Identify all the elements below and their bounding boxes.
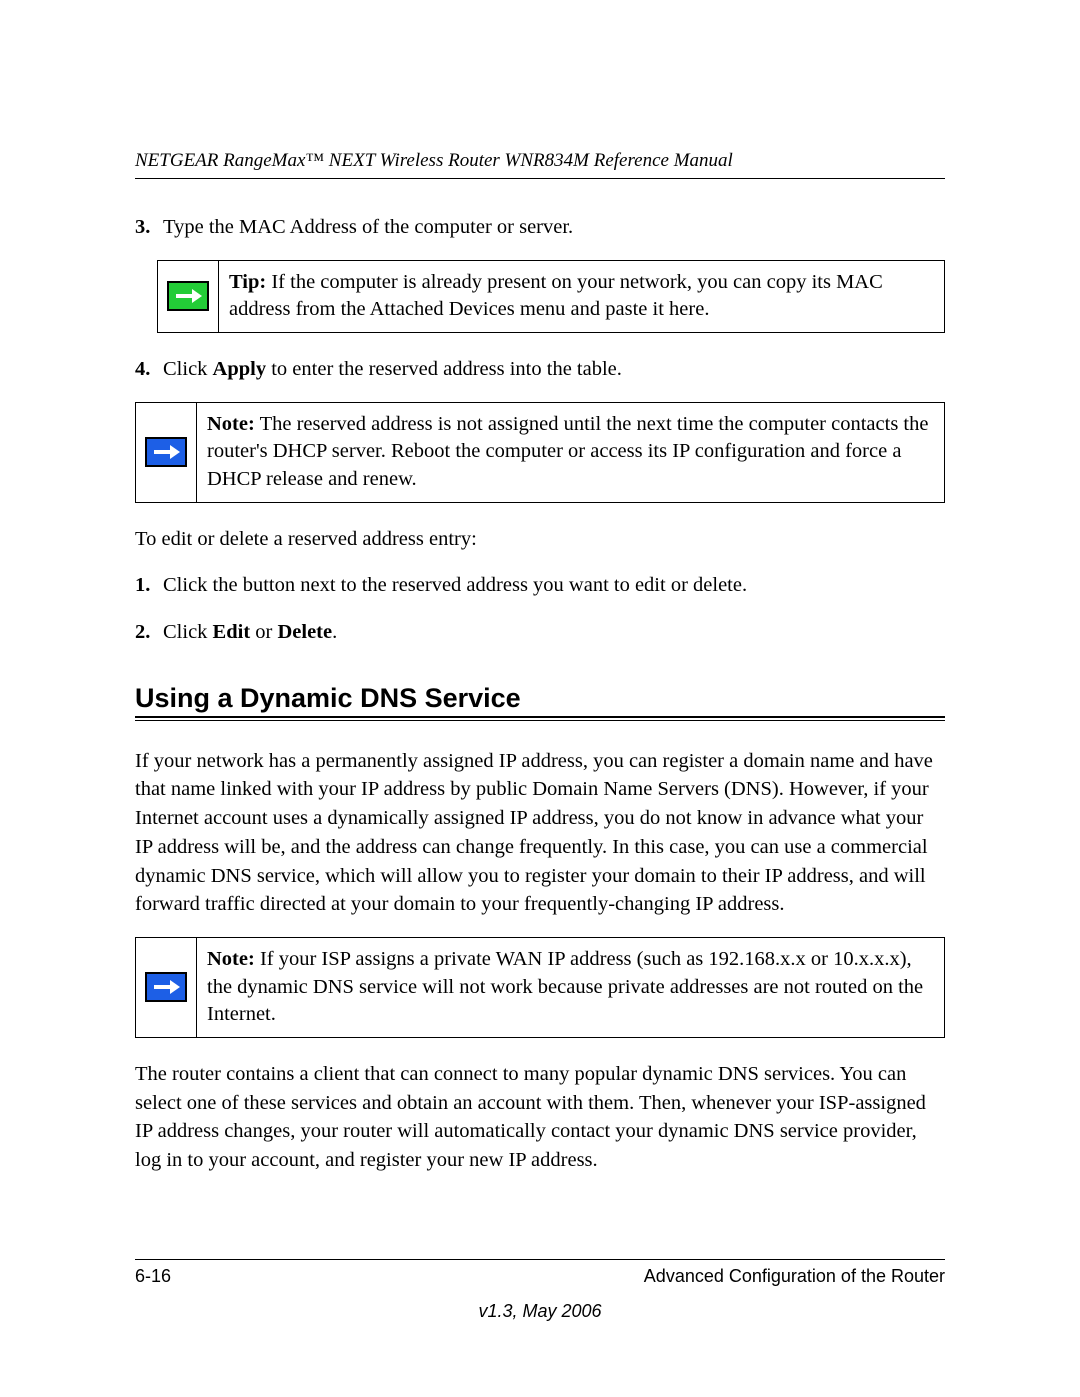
list-text: Click the button next to the reserved ad… [163,571,747,600]
callout-icon-cell [136,938,197,1037]
callout-icon-cell [136,403,197,502]
note-callout: Note: If your ISP assigns a private WAN … [135,937,945,1038]
callout-body: If the computer is already present on yo… [229,271,883,321]
list-number: 3. [135,213,163,242]
list-item: 3. Type the MAC Address of the computer … [135,213,945,242]
callout-lead: Note: [207,413,255,435]
arrow-right-icon [145,972,187,1002]
paragraph: To edit or delete a reserved address ent… [135,525,945,554]
footer-rule [135,1259,945,1260]
callout-icon-cell [158,261,219,332]
list-number: 1. [135,571,163,600]
paragraph: The router contains a client that can co… [135,1060,945,1175]
callout-lead: Tip: [229,271,266,293]
page-footer: 6-16 Advanced Configuration of the Route… [135,1259,945,1322]
note-callout: Note: The reserved address is not assign… [135,402,945,503]
list-item: 1. Click the button next to the reserved… [135,571,945,600]
footer-section: Advanced Configuration of the Router [644,1266,945,1287]
arrow-right-icon [145,437,187,467]
arrow-right-icon [167,281,209,311]
heading-rule [135,720,945,721]
header-rule [135,178,945,179]
list-text: Click Edit or Delete. [163,618,337,647]
section-heading: Using a Dynamic DNS Service [135,683,945,714]
heading-rule [135,716,945,718]
list-number: 4. [135,355,163,384]
list-text: Click Apply to enter the reserved addres… [163,355,622,384]
list-text: Type the MAC Address of the computer or … [163,213,573,242]
callout-text: Note: If your ISP assigns a private WAN … [197,938,944,1037]
footer-version: v1.3, May 2006 [135,1301,945,1322]
running-header: NETGEAR RangeMax™ NEXT Wireless Router W… [135,150,945,172]
list-item: 2. Click Edit or Delete. [135,618,945,647]
callout-text: Note: The reserved address is not assign… [197,403,944,502]
callout-body: If your ISP assigns a private WAN IP add… [207,948,923,1025]
page-number: 6-16 [135,1266,171,1287]
callout-lead: Note: [207,948,255,970]
list-number: 2. [135,618,163,647]
paragraph: If your network has a permanently assign… [135,747,945,919]
callout-body: The reserved address is not assigned unt… [207,413,928,490]
list-item: 4. Click Apply to enter the reserved add… [135,355,945,384]
tip-callout: Tip: If the computer is already present … [157,260,945,333]
callout-text: Tip: If the computer is already present … [219,261,944,332]
